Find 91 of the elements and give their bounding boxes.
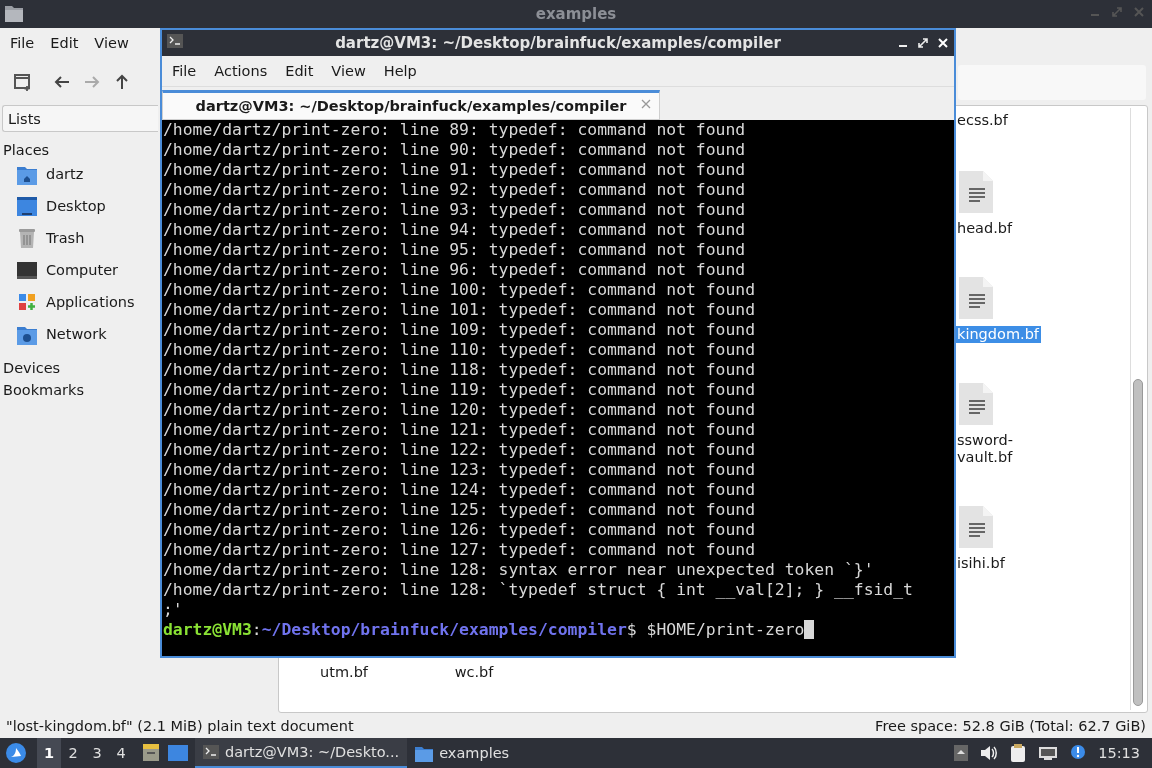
menu-item[interactable]: Edit: [276, 63, 323, 79]
terminal-line: /home/dartz/print-zero: line 96: typedef: command not found: [163, 260, 746, 280]
terminal-line: /home/dartz/print-zero: line 124: typedef: command not found: [163, 480, 756, 500]
terminal-icon: [203, 745, 219, 759]
terminal-line: /home/dartz/print-zero: line 101: typedef: command not found: [163, 300, 756, 320]
applications-icon: [16, 291, 38, 313]
new-window-icon[interactable]: [14, 72, 32, 91]
status-text: "lost-kingdom.bf" (2.1 MiB) plain text document: [6, 717, 354, 734]
menu-item[interactable]: View: [322, 63, 375, 79]
section-heading[interactable]: Places: [3, 142, 50, 158]
sidebar-item[interactable]: Network: [16, 318, 107, 350]
terminal-tab[interactable]: dartz@VM3: ~/Desktop/brainfuck/examples/compiler: [162, 90, 660, 120]
terminal-line: /home/dartz/print-zero: line 122: typedef: command not found: [163, 440, 756, 460]
menu-item[interactable]: View: [86, 35, 137, 51]
terminal-line: /home/dartz/print-zero: line 121: typedef: command not found: [163, 420, 756, 440]
folder-icon: [415, 744, 434, 762]
trash-icon: [16, 227, 38, 249]
view-selector[interactable]: Lists: [2, 105, 158, 132]
text-file-icon: [959, 506, 993, 548]
terminal-line: /home/dartz/print-zero: line 127: typedef: command not found: [163, 540, 756, 560]
workspace-button[interactable]: 2: [61, 738, 85, 768]
command-text: $HOME/print-zero: [646, 620, 805, 640]
workspace-button[interactable]: 4: [109, 738, 133, 768]
terminal-line: /home/dartz/print-zero: line 128: `typedef struct { int __val[2]; } __fsid_t: [163, 580, 913, 600]
file-name[interactable]: utm.bf: [279, 664, 409, 680]
network-icon[interactable]: [1038, 745, 1059, 761]
file-name[interactable]: ssword- vault.bf: [955, 432, 1015, 466]
prompt-symbol: $: [626, 620, 637, 640]
terminal-line: /home/dartz/print-zero: line 120: typedef: command not found: [163, 400, 756, 420]
sidebar-item[interactable]: dartz: [16, 158, 84, 190]
menu-item[interactable]: File: [163, 63, 206, 79]
file-name[interactable]: ecss.bf: [955, 112, 1010, 129]
cursor: [804, 620, 815, 639]
tray-expander-icon[interactable]: [954, 745, 969, 761]
terminal-line: /home/dartz/print-zero: line 126: typedef: command not found: [163, 520, 756, 540]
terminal-line: /home/dartz/print-zero: line 128: syntax error near unexpected token `}': [163, 560, 874, 580]
menu-item[interactable]: Edit: [42, 35, 87, 51]
text-file-icon: [959, 383, 993, 425]
terminal-line: ;': [163, 600, 183, 620]
terminal-line: /home/dartz/print-zero: line 91: typedef: command not found: [163, 160, 746, 180]
taskbar-button[interactable]: dartz@VM3: ~/Deskto...: [195, 738, 408, 768]
section-heading[interactable]: Devices: [3, 360, 61, 376]
terminal-line: /home/dartz/print-zero: line 110: typedef: command not found: [163, 340, 756, 360]
show-desktop-icon[interactable]: [167, 743, 189, 763]
menu-item[interactable]: File: [2, 35, 43, 51]
workspace-button[interactable]: 3: [85, 738, 109, 768]
terminal-line: /home/dartz/print-zero: line 90: typedef: command not found: [163, 140, 746, 160]
sidebar-item[interactable]: Desktop: [16, 190, 106, 222]
up-icon[interactable]: [114, 73, 130, 90]
start-menu-icon[interactable]: [5, 742, 27, 764]
text-file-icon: [959, 171, 993, 213]
sidebar-item[interactable]: Trash: [16, 222, 85, 254]
terminal-icon: [167, 34, 185, 50]
menu-item[interactable]: Actions: [205, 63, 277, 79]
notification-icon[interactable]: [1070, 744, 1087, 762]
volume-icon[interactable]: [980, 745, 999, 761]
terminal-line: /home/dartz/print-zero: line 100: typedef: command not found: [163, 280, 756, 300]
clock[interactable]: 15:13: [1098, 745, 1140, 761]
file-name[interactable]: isihi.bf: [955, 555, 1007, 572]
terminal-line: /home/dartz/print-zero: line 125: typedef: command not found: [163, 500, 756, 520]
back-icon[interactable]: [54, 73, 70, 90]
prompt-path: ~/Desktop/brainfuck/examples/compiler: [261, 620, 627, 640]
terminal-line: /home/dartz/print-zero: line 93: typedef: command not found: [163, 200, 746, 220]
text-file-icon: [959, 277, 993, 319]
terminal-line: /home/dartz/print-zero: line 118: typedef: command not found: [163, 360, 756, 380]
terminal-line: /home/dartz/print-zero: line 95: typedef: command not found: [163, 240, 746, 260]
computer-icon: [16, 259, 38, 281]
clipboard-icon[interactable]: [1010, 743, 1027, 763]
sidebar-item[interactable]: Computer: [16, 254, 119, 286]
menu-item[interactable]: Help: [374, 63, 426, 79]
prompt-user: dartz@VM3: [163, 620, 252, 640]
workspace-button[interactable]: 1: [37, 738, 61, 768]
window-title: examples: [535, 5, 617, 23]
file-manager-icon[interactable]: [141, 743, 161, 763]
file-name[interactable]: head.bf: [955, 220, 1015, 237]
sidebar-item[interactable]: Applications: [16, 286, 135, 318]
terminal-line: /home/dartz/print-zero: line 123: typedef: command not found: [163, 460, 756, 480]
file-name[interactable]: wc.bf: [409, 664, 539, 680]
prompt-separator: :: [251, 620, 262, 640]
terminal-line: /home/dartz/print-zero: line 92: typedef: command not found: [163, 180, 746, 200]
terminal-line: /home/dartz/print-zero: line 89: typedef: command not found: [163, 120, 746, 140]
window-title: dartz@VM3: ~/Desktop/brainfuck/examples/compiler: [335, 34, 781, 52]
terminal-line: /home/dartz/print-zero: line 94: typedef: command not found: [163, 220, 746, 240]
section-heading[interactable]: Bookmarks: [3, 382, 84, 398]
desktop-icon: [16, 195, 38, 217]
terminal-line: /home/dartz/print-zero: line 119: typedef: command not found: [163, 380, 756, 400]
taskbar-button[interactable]: examples: [407, 738, 518, 768]
folder-icon: [5, 5, 23, 22]
terminal-line: /home/dartz/print-zero: line 109: typedef: command not found: [163, 320, 756, 340]
free-space-text: Free space: 52.8 GiB (Total: 62.7 GiB): [875, 717, 1146, 734]
scrollbar[interactable]: [1130, 108, 1145, 710]
